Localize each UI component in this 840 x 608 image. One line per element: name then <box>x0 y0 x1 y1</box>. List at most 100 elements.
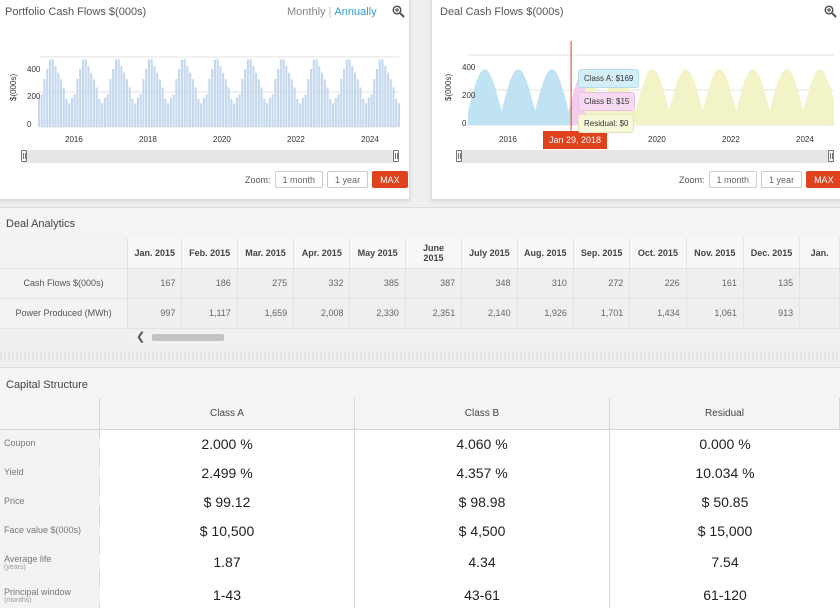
navigator-handle-right[interactable] <box>828 150 834 162</box>
y-tick: 0 <box>27 120 32 129</box>
cash-flow-bar <box>252 66 255 127</box>
cash-flow-bar <box>222 72 225 127</box>
cash-flow-bar <box>128 87 131 127</box>
section-divider <box>0 352 840 360</box>
cash-flow-bar <box>233 103 236 127</box>
cash-flow-bar <box>244 68 247 127</box>
table-cell: 310 <box>517 268 574 299</box>
table-cell: 332 <box>293 268 351 299</box>
cash-flow-bar <box>48 59 52 127</box>
cash-flow-bar <box>114 59 118 127</box>
row-label: Face value $(000s) <box>0 525 100 535</box>
average-life-value: 4.34 <box>468 554 496 570</box>
cash-flow-bar <box>301 97 304 127</box>
column-header: Apr. 2015 <box>293 238 351 269</box>
x-tick: 2020 <box>213 135 231 144</box>
cash-flow-bar <box>334 97 337 127</box>
cash-flow-bar <box>224 79 227 127</box>
column-header: Nov. 2015 <box>686 238 744 269</box>
cash-flow-bar <box>147 59 150 127</box>
cash-flow-bar <box>375 68 379 127</box>
row-label-text: Average life <box>4 554 52 564</box>
cash-flow-bar <box>342 68 346 127</box>
table-cell: 135 <box>743 268 801 299</box>
cash-flow-bar <box>180 59 183 127</box>
portfolio-area-chart[interactable] <box>0 0 411 159</box>
y-tick: 200 <box>27 92 41 101</box>
cash-flow-bar <box>76 78 79 127</box>
zoom-max-button[interactable]: MAX <box>806 171 840 188</box>
cash-flow-bar <box>364 103 368 127</box>
cash-flow-bar <box>139 94 142 127</box>
class-a-column: 2.000 % 2.499 % $ 99.12 $ 10,500 1.87 1-… <box>100 430 355 608</box>
cash-flow-bar <box>266 103 269 127</box>
cash-flow-bar <box>175 78 178 127</box>
cash-flow-bar <box>389 79 392 127</box>
cash-flow-bar <box>359 87 362 127</box>
cash-flow-bar <box>211 68 214 127</box>
cash-flow-bar <box>51 59 54 127</box>
table-cell: 275 <box>237 268 295 299</box>
cash-flow-bar <box>362 98 365 127</box>
column-header: Sep. 2015 <box>573 238 631 269</box>
cash-flow-bar <box>37 97 41 127</box>
cash-flow-bar <box>392 87 395 127</box>
zoom-1-year-button[interactable]: 1 year <box>327 171 369 188</box>
coupon-value: 0.000 % <box>699 436 751 452</box>
cash-flow-bar <box>200 103 203 127</box>
cash-flow-bar <box>246 59 249 127</box>
y-tick: 0 <box>462 119 467 128</box>
cash-flow-bar <box>397 103 401 127</box>
table-cell: 997 <box>127 298 183 329</box>
table-cell: 1,701 <box>573 298 631 329</box>
zoom-1-year-button[interactable]: 1 year <box>761 171 803 188</box>
cash-flow-bar <box>326 87 329 127</box>
capital-structure-table: Class A Class B Residual Coupon Yield Pr… <box>0 398 840 608</box>
navigator-strip[interactable] <box>23 150 397 163</box>
cash-flow-bar <box>68 103 71 127</box>
principal-window-value: 43-61 <box>464 587 500 603</box>
coupon-value: 4.060 % <box>456 436 508 452</box>
deal-analytics-table: Jan. 2015 Feb. 2015 Mar. 2015 Apr. 2015 … <box>0 238 840 329</box>
cash-flow-bar <box>112 68 115 127</box>
zoom-1-month-button[interactable]: 1 month <box>708 171 758 188</box>
cash-flow-bar <box>230 98 233 127</box>
x-tick: 2020 <box>648 135 666 144</box>
cash-flow-bar <box>125 79 129 127</box>
row-label: Yield <box>0 467 100 477</box>
yield-value: 2.499 % <box>201 465 253 481</box>
navigator-handle-right[interactable] <box>393 150 399 162</box>
navigator-strip[interactable] <box>458 150 832 163</box>
horizontal-scrollbar[interactable]: ❮ <box>130 331 840 344</box>
cash-flow-bar <box>164 98 167 127</box>
table-cell: 2,330 <box>349 298 406 329</box>
scrollbar-thumb[interactable] <box>152 334 224 341</box>
navigator-handle-left[interactable] <box>21 150 27 162</box>
table-cell: 385 <box>349 268 406 299</box>
principal-window-value: 1-43 <box>212 587 242 603</box>
chevron-left-icon[interactable]: ❮ <box>136 331 145 344</box>
cash-flow-bar <box>386 72 390 127</box>
cash-flow-bar <box>65 98 68 127</box>
cash-flow-bar <box>98 98 101 127</box>
coupon-value: 2.000 % <box>201 436 253 452</box>
navigator-handle-left[interactable] <box>456 150 462 162</box>
capital-structure-header: Capital Structure <box>0 367 840 398</box>
table-cell: 2,008 <box>293 298 351 329</box>
row-label: Average life (years) <box>0 554 100 571</box>
column-header: Oct. 2015 <box>629 238 687 269</box>
column-header: Class B <box>355 398 610 430</box>
zoom-controls: Zoom: 1 month 1 year MAX <box>245 171 408 188</box>
cash-flow-bar <box>370 94 373 127</box>
row-label-unit: (months) <box>4 597 32 604</box>
cash-flow-bar <box>351 66 354 127</box>
cash-flow-bar <box>178 68 181 127</box>
row-label: Power Produced (MWh) <box>0 298 129 329</box>
zoom-max-button[interactable]: MAX <box>372 171 408 188</box>
column-header: Feb. 2015 <box>181 238 238 269</box>
zoom-1-month-button[interactable]: 1 month <box>274 171 324 188</box>
header-row: Jan. 2015 Feb. 2015 Mar. 2015 Apr. 2015 … <box>0 238 840 269</box>
cash-flow-bar <box>268 97 271 127</box>
cash-flow-bar <box>309 68 313 127</box>
table-cell <box>799 268 840 299</box>
